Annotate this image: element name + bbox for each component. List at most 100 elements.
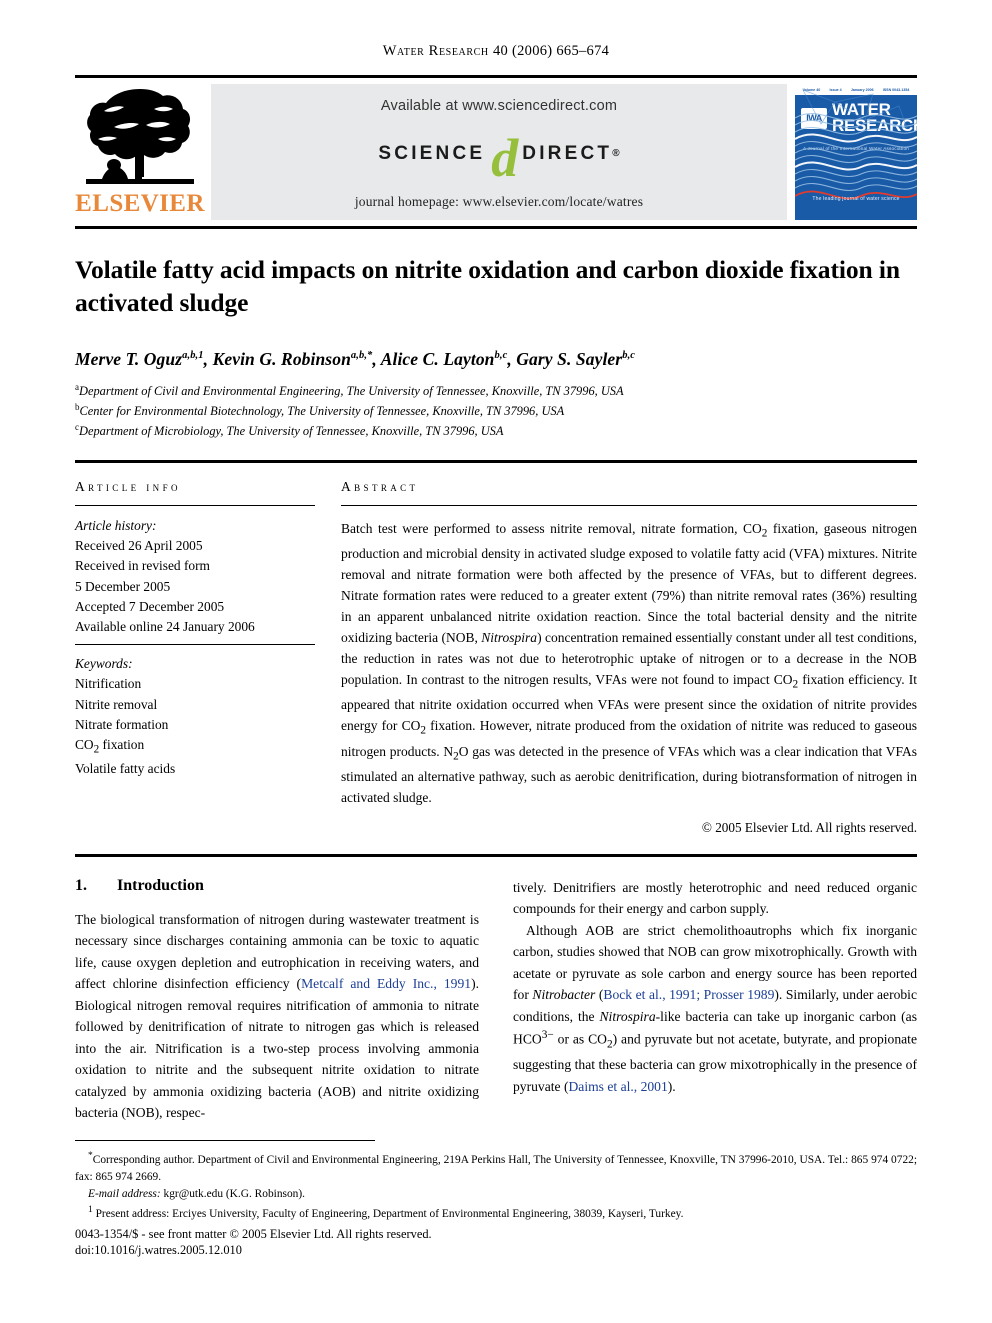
- article-info-heading: Article info: [75, 478, 181, 494]
- footnote-text: Present address: Erciyes University, Fac…: [92, 1207, 684, 1220]
- keyword-item: Volatile fatty acids: [75, 760, 176, 776]
- intro-paragraph-left: The biological transformation of nitroge…: [75, 909, 479, 1124]
- keywords-label: Keywords:: [75, 655, 133, 671]
- affiliation-text: Department of Microbiology, The Universi…: [79, 424, 504, 439]
- footnote-present-address: 1 Present address: Erciyes University, F…: [75, 1203, 917, 1223]
- article-info-rule: [75, 504, 315, 506]
- author-separator: ,: [372, 349, 381, 370]
- email-label: E-mail address:: [88, 1187, 161, 1200]
- abstract-text: fixation, gaseous nitrogen production an…: [341, 520, 917, 645]
- abstract-body: Batch test were performed to assess nitr…: [341, 518, 917, 808]
- sciencedirect-logo: SCIENCE d DIRECT ®: [378, 131, 620, 185]
- section-divider: [75, 459, 917, 463]
- publisher-logo-block: ELSEVIER: [75, 78, 205, 226]
- abstract-copyright: © 2005 Elsevier Ltd. All rights reserved…: [701, 819, 917, 835]
- sciencedirect-d-mark-icon: d: [491, 127, 519, 188]
- abstract-heading: Abstract: [341, 478, 419, 494]
- keyword-item: Nitrate formation: [75, 716, 169, 732]
- masthead: ELSEVIER Available at www.sciencedirect.…: [75, 75, 917, 229]
- author-entry: Merve T. Oguza,b,1,: [75, 349, 213, 369]
- page-title: Volatile fatty acid impacts on nitrite o…: [75, 255, 900, 317]
- footnote-corresponding-author: *Corresponding author. Department of Civ…: [75, 1149, 917, 1186]
- body-columns: 1. Introduction The biological transform…: [75, 877, 917, 1124]
- author-name: Alice C. Layton: [380, 349, 495, 370]
- journal-article-page: Water Research 40 (2006) 665–674 ELSEVIE…: [0, 0, 992, 1323]
- author-affiliation-marks: b,c: [622, 350, 636, 362]
- article-info-body: Article history: Received 26 April 2005 …: [75, 516, 315, 780]
- doi-line[interactable]: doi:10.1016/j.watres.2005.12.010: [75, 1242, 917, 1259]
- sciencedirect-banner: Available at www.sciencedirect.com SCIEN…: [211, 84, 787, 220]
- article-info-column: Article info Article history: Received 2…: [75, 479, 315, 836]
- abstract-column: Abstract Batch test were performed to as…: [341, 479, 917, 836]
- journal-homepage-text: journal homepage: www.elsevier.com/locat…: [354, 193, 644, 209]
- email-address[interactable]: kgr@utk.edu (K.G. Robinson).: [161, 1188, 305, 1200]
- author-name: Gary S. Sayler: [516, 349, 623, 370]
- section-heading-introduction: 1. Introduction: [75, 877, 479, 895]
- author-separator: ,: [507, 349, 517, 370]
- author-affiliation-marks: a,b,*: [350, 350, 373, 362]
- species-name: Nitrobacter: [532, 987, 596, 1003]
- affiliation-item: cDepartment of Microbiology, The Univers…: [75, 421, 917, 441]
- front-matter-line: 0043-1354/$ - see front matter © 2005 El…: [75, 1226, 432, 1241]
- sciencedirect-logo-science: SCIENCE: [378, 142, 486, 164]
- cover-tagline: The leading journal of water science: [812, 196, 900, 202]
- imprint-block: 0043-1354/$ - see front matter © 2005 El…: [75, 1226, 917, 1259]
- author-affiliation-marks: b,c: [494, 350, 508, 362]
- info-abstract-row: Article info Article history: Received 2…: [75, 479, 917, 836]
- sciencedirect-logo-direct: DIRECT: [522, 142, 613, 164]
- citation-link[interactable]: Bock et al., 1991; Prosser 1989: [603, 987, 774, 1002]
- body-column-right: tively. Denitrifiers are mostly heterotr…: [513, 877, 917, 1124]
- author-list: Merve T. Oguza,b,1, Kevin G. Robinsona,b…: [75, 349, 917, 370]
- article-history-item: 5 December 2005: [75, 578, 171, 594]
- abstract-species-name: Nitrospira: [481, 630, 538, 645]
- keyword-item: CO2 fixation: [75, 737, 145, 756]
- paragraph-text: tively. Denitrifiers are mostly heterotr…: [513, 879, 917, 917]
- sciencedirect-available-text: Available at www.sciencedirect.com: [380, 98, 618, 114]
- species-name: Nitrospira: [599, 1008, 656, 1024]
- affiliation-text: Department of Civil and Environmental En…: [79, 384, 624, 399]
- affiliation-text: Center for Environmental Biotechnology, …: [79, 404, 565, 419]
- paragraph-text: ). Biological nitrogen removal requires …: [75, 976, 479, 1121]
- paragraph-text: or as CO: [553, 1031, 607, 1047]
- section-number: 1.: [75, 876, 87, 894]
- intro-paragraph-right-2: Although AOB are strict chemolithoautrop…: [513, 920, 917, 1097]
- abstract-text: Batch test were performed to assess nitr…: [341, 520, 762, 536]
- article-history-item: Accepted 7 December 2005: [75, 599, 225, 615]
- affiliation-item: aDepartment of Civil and Environmental E…: [75, 381, 917, 401]
- author-separator: ,: [203, 349, 213, 370]
- footnote-divider: [75, 1139, 375, 1141]
- footnote-email: E-mail address: kgr@utk.edu (K.G. Robins…: [75, 1186, 917, 1203]
- running-head-volume: 40 (2006) 665–674: [492, 43, 610, 59]
- paragraph-text: ).: [667, 1078, 676, 1094]
- author-name: Kevin G. Robinson: [212, 349, 351, 370]
- keyword-item: Nitrite removal: [75, 696, 158, 712]
- running-head-journal: Water Research: [382, 43, 489, 59]
- article-history-item: Received in revised form: [75, 558, 210, 574]
- keyword-subscript: 2: [93, 744, 100, 756]
- keyword-item: Nitrification: [75, 676, 142, 692]
- abstract-rule: [341, 504, 917, 506]
- running-head: Water Research 40 (2006) 665–674: [75, 0, 917, 60]
- body-divider: [75, 853, 917, 857]
- journal-cover-image: Volume 40 Issue 4 January 2006 ISSN 0043…: [795, 84, 917, 220]
- footnote-text: Corresponding author. Department of Civi…: [75, 1153, 917, 1183]
- section-title: Introduction: [117, 876, 204, 894]
- article-history-item: Available online 24 January 2006: [75, 619, 255, 635]
- affiliation-item: bCenter for Environmental Biotechnology,…: [75, 401, 917, 421]
- author-name: Merve T. Oguz: [75, 349, 183, 370]
- footnote-block: *Corresponding author. Department of Civ…: [75, 1149, 917, 1223]
- author-entry: Alice C. Laytonb,c,: [381, 349, 517, 369]
- article-history-label: Article history:: [75, 517, 157, 533]
- author-affiliation-marks: a,b,1: [182, 350, 204, 362]
- elsevier-tree-logo: [86, 89, 194, 184]
- article-history-item: Received 26 April 2005: [75, 537, 203, 553]
- intro-paragraph-right-1: tively. Denitrifiers are mostly heterotr…: [513, 877, 917, 920]
- body-column-left: 1. Introduction The biological transform…: [75, 877, 479, 1124]
- registered-trademark-icon: ®: [612, 148, 620, 160]
- citation-link[interactable]: Metcalf and Eddy Inc., 1991: [301, 976, 471, 991]
- elsevier-wordmark: ELSEVIER: [75, 190, 205, 217]
- author-entry: Kevin G. Robinsona,b,*,: [213, 349, 381, 369]
- keywords-divider: [75, 643, 315, 645]
- chemical-superscript: 3−: [541, 1029, 554, 1042]
- citation-link[interactable]: Daims et al., 2001: [568, 1079, 667, 1094]
